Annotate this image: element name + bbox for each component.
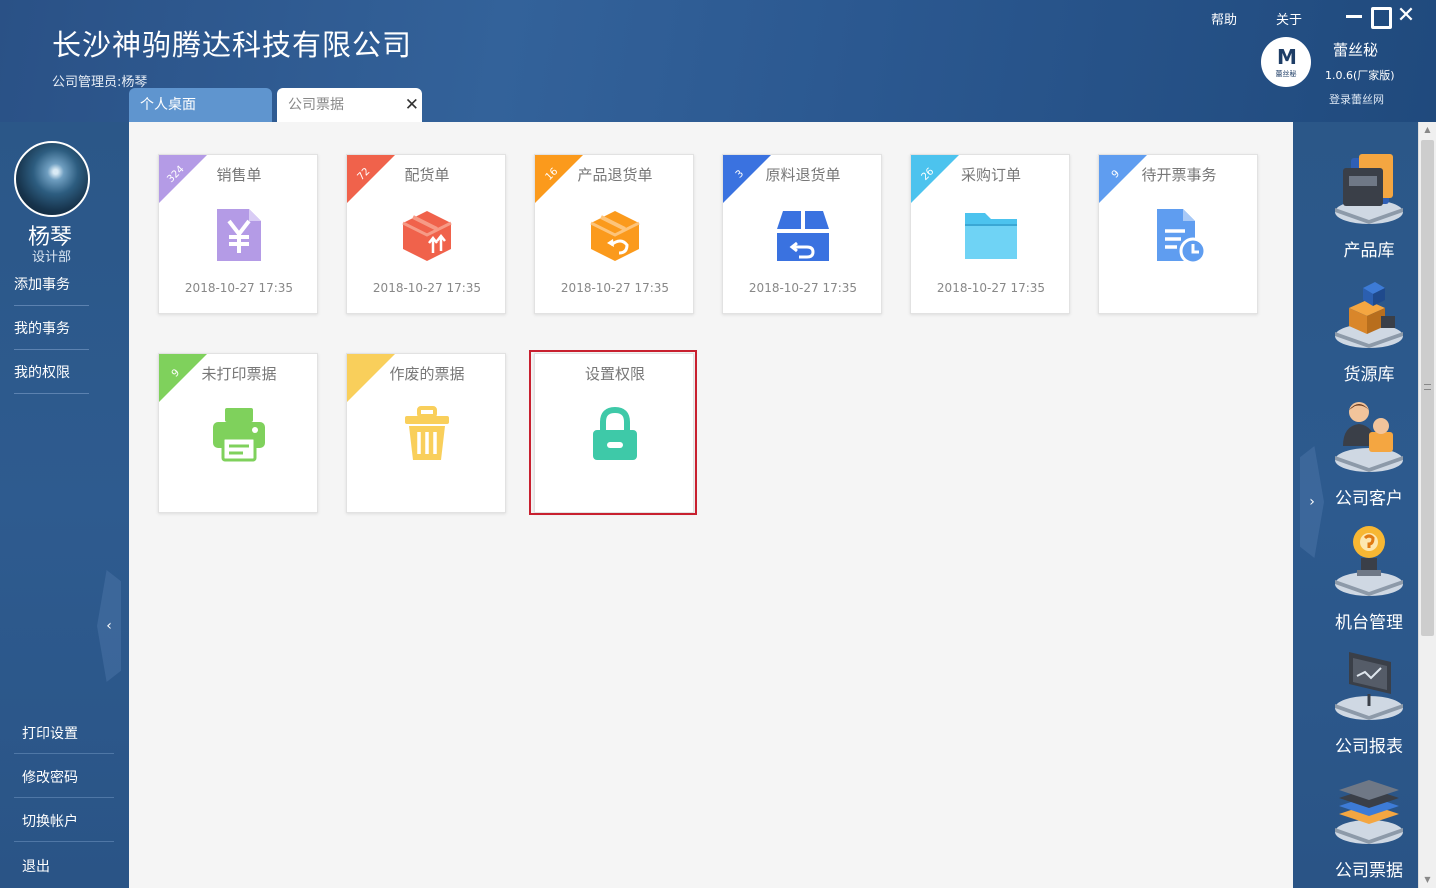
tab-close-icon[interactable]: ✕ bbox=[405, 88, 419, 122]
avatar[interactable] bbox=[14, 141, 90, 217]
lock-icon bbox=[593, 406, 637, 460]
nav-company-report[interactable]: 公司报表 bbox=[1321, 646, 1417, 764]
material-return-icon bbox=[777, 211, 829, 261]
tile-unprinted-invoices[interactable]: 9 未打印票据 bbox=[158, 353, 318, 513]
shipping-box-icon bbox=[402, 211, 452, 261]
sidebar-item-print-settings[interactable]: 打印设置 bbox=[22, 723, 78, 743]
brand-login-link[interactable]: 登录蕾丝网 bbox=[1329, 91, 1384, 107]
logo-text: 蕾丝秘 bbox=[1275, 70, 1297, 78]
maximize-icon[interactable] bbox=[1369, 4, 1392, 29]
sidebar-item-my-permissions[interactable]: 我的权限 bbox=[14, 362, 89, 394]
scroll-grip-icon bbox=[1424, 384, 1431, 390]
tile-time: 2018-10-27 17:35 bbox=[748, 281, 858, 295]
brand-version: 1.0.6(厂家版) bbox=[1325, 69, 1395, 82]
close-icon[interactable]: ✕ bbox=[1396, 4, 1416, 28]
nav-supply-library[interactable]: 货源库 bbox=[1321, 274, 1417, 392]
main-content: 324 销售单 2018-10-27 17:35 72 配货单 2018-10-… bbox=[129, 122, 1293, 888]
nav-label: 货源库 bbox=[1343, 365, 1395, 385]
tile-pending-invoice[interactable]: 9 待开票事务 bbox=[1098, 154, 1258, 314]
sidebar-item-my-tasks[interactable]: 我的事务 bbox=[14, 318, 89, 350]
scroll-up-icon[interactable]: ▲ bbox=[1419, 122, 1436, 138]
tile-time: 2018-10-27 17:35 bbox=[936, 281, 1046, 295]
product-library-icon bbox=[1335, 154, 1403, 224]
machine-management-icon bbox=[1335, 526, 1403, 596]
brand-logo: M 蕾丝秘 bbox=[1261, 37, 1311, 87]
company-customers-icon bbox=[1335, 402, 1403, 472]
tile-product-return[interactable]: 16 产品退货单 2018-10-27 17:35 bbox=[534, 154, 694, 314]
tab-personal-desktop[interactable]: 个人桌面 bbox=[129, 88, 272, 122]
nav-machine-management[interactable]: 机台管理 bbox=[1321, 522, 1417, 640]
company-report-icon bbox=[1335, 652, 1403, 720]
tile-void-invoices[interactable]: 作废的票据 bbox=[346, 353, 506, 513]
company-name: 长沙神驹腾达科技有限公司 bbox=[52, 28, 413, 62]
tile-title: 未打印票据 bbox=[201, 365, 277, 383]
sidebar-item-logout[interactable]: 退出 bbox=[22, 856, 50, 876]
divider bbox=[14, 797, 114, 798]
tile-title: 作废的票据 bbox=[389, 365, 465, 383]
nav-product-library[interactable]: 产品库 bbox=[1321, 150, 1417, 268]
nav-label: 公司报表 bbox=[1335, 737, 1403, 757]
vertical-scrollbar[interactable]: ▲ ▼ bbox=[1418, 122, 1436, 888]
tab-company-invoices[interactable]: 公司票据 ✕ bbox=[277, 88, 422, 122]
tile-title: 配货单 bbox=[404, 166, 450, 184]
sidebar-item-change-password[interactable]: 修改密码 bbox=[22, 767, 78, 787]
tab-label: 公司票据 bbox=[288, 97, 344, 113]
supply-library-icon bbox=[1335, 282, 1403, 348]
tile-title: 产品退货单 bbox=[577, 166, 653, 184]
nav-label: 产品库 bbox=[1343, 241, 1395, 261]
folder-icon bbox=[965, 213, 1017, 259]
title-bar: 长沙神驹腾达科技有限公司 公司管理员:杨琴 帮助 关于 ✕ M 蕾丝秘 蕾丝秘 … bbox=[0, 0, 1436, 122]
pending-document-icon bbox=[1157, 209, 1207, 263]
minimize-icon[interactable] bbox=[1344, 4, 1364, 28]
nav-company-customers[interactable]: 公司客户 bbox=[1321, 398, 1417, 516]
divider bbox=[14, 753, 114, 754]
logo-mark: M bbox=[1277, 45, 1297, 69]
nav-company-invoice[interactable]: 公司票据 bbox=[1321, 770, 1417, 888]
tile-title: 原料退货单 bbox=[765, 166, 841, 184]
tile-title: 销售单 bbox=[216, 166, 262, 184]
tile-title: 待开票事务 bbox=[1141, 166, 1217, 184]
tile-material-return[interactable]: 3 原料退货单 2018-10-27 17:35 bbox=[722, 154, 882, 314]
return-box-icon bbox=[590, 211, 640, 261]
tile-time: 2018-10-27 17:35 bbox=[184, 281, 294, 295]
divider bbox=[14, 841, 114, 842]
sidebar-item-add-task[interactable]: 添加事务 bbox=[14, 274, 89, 306]
tab-label: 个人桌面 bbox=[140, 97, 196, 113]
sidebar-item-switch-account[interactable]: 切换帐户 bbox=[22, 811, 78, 831]
user-dept: 设计部 bbox=[32, 250, 72, 265]
tile-time: 2018-10-27 17:35 bbox=[372, 281, 482, 295]
about-link[interactable]: 关于 bbox=[1276, 9, 1302, 28]
scroll-down-icon[interactable]: ▼ bbox=[1419, 872, 1436, 888]
nav-label: 公司票据 bbox=[1335, 861, 1403, 881]
tile-delivery-order[interactable]: 72 配货单 2018-10-27 17:35 bbox=[346, 154, 506, 314]
nav-label: 公司客户 bbox=[1335, 489, 1403, 509]
tile-set-permissions[interactable]: 设置权限 bbox=[534, 353, 694, 513]
trash-icon bbox=[405, 406, 449, 460]
brand-name: 蕾丝秘 bbox=[1333, 41, 1379, 59]
help-link[interactable]: 帮助 bbox=[1211, 9, 1237, 28]
nav-label: 机台管理 bbox=[1335, 613, 1403, 633]
right-sidebar: › 产品库 货源库 公司客户 机台管理 公司报表 公司票据 bbox=[1293, 122, 1418, 888]
tile-title: 设置权限 bbox=[584, 365, 645, 383]
collapse-left-icon[interactable]: ‹ bbox=[97, 570, 121, 682]
tile-title: 采购订单 bbox=[960, 166, 1021, 184]
tile-purchase-order[interactable]: 26 采购订单 2018-10-27 17:35 bbox=[910, 154, 1070, 314]
printer-icon bbox=[213, 408, 265, 462]
tile-sales-order[interactable]: 324 销售单 2018-10-27 17:35 bbox=[158, 154, 318, 314]
yen-document-icon bbox=[217, 209, 261, 261]
company-invoice-icon bbox=[1335, 780, 1403, 844]
left-sidebar: 杨琴 设计部 添加事务 我的事务 我的权限 ‹ 打印设置 修改密码 切换帐户 退… bbox=[0, 122, 129, 888]
tile-time: 2018-10-27 17:35 bbox=[560, 281, 670, 295]
